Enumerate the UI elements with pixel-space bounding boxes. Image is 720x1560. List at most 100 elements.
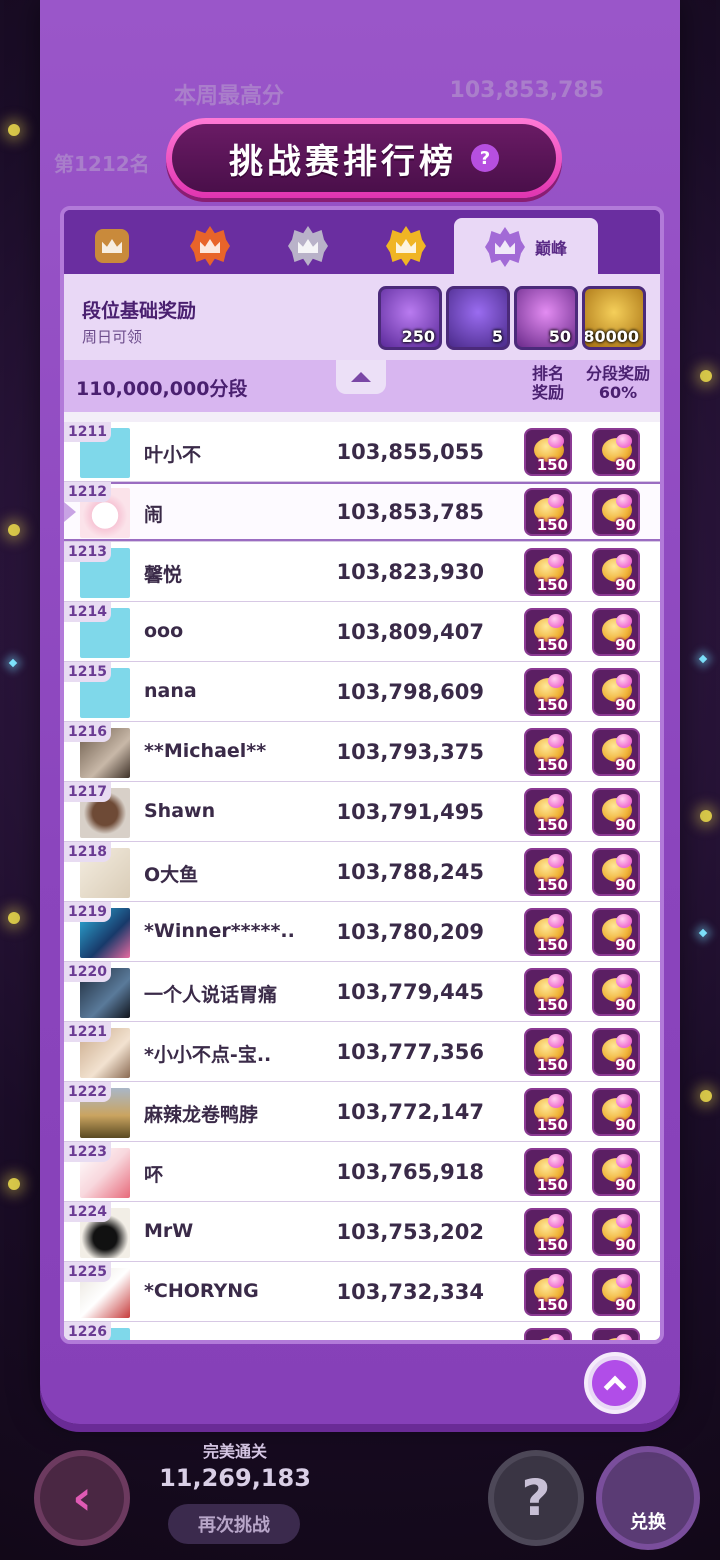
player-name: 闹 (144, 504, 164, 526)
rank-reward-badge[interactable]: 150 (524, 968, 572, 1016)
purple-crown-icon (484, 227, 525, 267)
page-title: 挑战赛排行榜 (229, 141, 457, 182)
table-row[interactable]: 1226 (64, 1322, 660, 1340)
coin-gem-icon (534, 1334, 564, 1340)
perfect-clear-info: 完美通关 11,269,183 (150, 1438, 320, 1492)
reward-item-qty: 80000 (583, 327, 639, 346)
segment-reward-badge[interactable]: 90 (592, 908, 640, 956)
rank-reward-badge[interactable]: 150 (524, 428, 572, 476)
table-row[interactable]: 1215 nana 103,798,609 150 90 (64, 662, 660, 722)
segment-reward-badge[interactable]: 90 (592, 428, 640, 476)
chevron-left-icon: ‹ (72, 1470, 92, 1526)
table-row[interactable]: 1223 吥 103,765,918 150 90 (64, 1142, 660, 1202)
player-name: 麻辣龙卷鸭脖 (144, 1104, 259, 1126)
segment-reward-badge[interactable]: 90 (592, 608, 640, 656)
rank-reward-badge[interactable]: 150 (524, 788, 572, 836)
reward-item[interactable]: 5 (446, 286, 510, 350)
segment-reward-badge[interactable]: 90 (592, 668, 640, 716)
back-button[interactable]: ‹ (34, 1450, 130, 1546)
rank-number: 1225 (64, 1262, 111, 1282)
table-row[interactable]: 1222 麻辣龙卷鸭脖 103,772,147 150 90 (64, 1082, 660, 1142)
reward-qty: 90 (615, 576, 636, 594)
player-score: 103,753,202 (336, 1220, 484, 1244)
tab-orange[interactable] (180, 218, 240, 274)
table-row[interactable]: 1225 *CHORYNG 103,732,334 150 90 (64, 1262, 660, 1322)
segment-reward-badge[interactable]: 90 (592, 788, 640, 836)
retry-button[interactable]: 再次挑战 (168, 1504, 300, 1544)
table-row[interactable]: 1220 一个人说话胃痛 103,779,445 150 90 (64, 962, 660, 1022)
reward-qty: 150 (536, 576, 568, 594)
table-row[interactable]: 1224 MrW 103,753,202 150 90 (64, 1202, 660, 1262)
tab-peak[interactable]: 巅峰 (454, 218, 598, 276)
rank-reward-badge[interactable]: 150 (524, 1028, 572, 1076)
scroll-to-top-button[interactable] (584, 1352, 646, 1414)
base-reward-title: 段位基础奖励 (82, 300, 197, 322)
table-row[interactable]: 1213 馨悦 103,823,930 150 90 (64, 542, 660, 602)
player-score: 103,823,930 (336, 560, 484, 584)
rank-number: 1212 (64, 482, 111, 502)
tab-bronze[interactable] (82, 218, 142, 274)
segment-reward-badge[interactable]: 90 (592, 848, 640, 896)
table-row[interactable]: 1219 *Winner*****.. 103,780,209 150 90 (64, 902, 660, 962)
segment-reward-badge[interactable]: 90 (592, 1028, 640, 1076)
rank-number: 1224 (64, 1202, 111, 1222)
rank-reward-badge[interactable]: 150 (524, 548, 572, 596)
segment-reward-badge[interactable]: 90 (592, 548, 640, 596)
rank-reward-badge[interactable]: 150 (524, 1088, 572, 1136)
reward-qty: 90 (615, 636, 636, 654)
table-row[interactable]: 1217 Shawn 103,791,495 150 90 (64, 782, 660, 842)
bronze-crown-icon (95, 229, 129, 263)
light-dot (700, 810, 712, 822)
reward-item[interactable]: 80000 (582, 286, 646, 350)
reward-qty: 90 (615, 1056, 636, 1074)
tab-gold[interactable] (376, 218, 436, 274)
table-row[interactable]: 1216 **Michael** 103,793,375 150 90 (64, 722, 660, 782)
rank-reward-badge[interactable]: 150 (524, 1148, 572, 1196)
rank-reward-badge[interactable]: 150 (524, 1268, 572, 1316)
segment-reward-badge[interactable]: 90 (592, 1268, 640, 1316)
reward-qty: 90 (615, 876, 636, 894)
rank-reward-badge[interactable]: 150 (524, 488, 572, 536)
rank-number: 1214 (64, 602, 111, 622)
help-icon[interactable]: ? (471, 144, 499, 172)
table-row[interactable]: 1218 O大鱼 103,788,245 150 90 (64, 842, 660, 902)
gold-crown-icon (386, 226, 426, 266)
reward-item[interactable]: 50 (514, 286, 578, 350)
reward-item[interactable]: 250 (378, 286, 442, 350)
player-name: MrW (144, 1220, 194, 1242)
rank-reward-badge[interactable]: 150 (524, 668, 572, 716)
rank-reward-badge[interactable]: 150 (524, 728, 572, 776)
player-score: 103,780,209 (336, 920, 484, 944)
player-score: 103,793,375 (336, 740, 484, 764)
tab-silver[interactable] (278, 218, 338, 274)
rank-reward-header: 排名 奖励 (531, 364, 564, 402)
collapse-button[interactable] (336, 360, 386, 394)
table-row[interactable]: 1211 叶小不 103,855,055 150 90 (64, 422, 660, 482)
reward-qty: 90 (615, 1116, 636, 1134)
player-name: *小小不点-宝.. (144, 1044, 272, 1066)
ranking-list[interactable]: 1211 叶小不 103,855,055 150 90 1212 闹 103,853,785 1… (64, 412, 660, 1340)
rank-reward-badge[interactable]: 150 (524, 848, 572, 896)
rank-number: 1219 (64, 902, 111, 922)
segment-reward-badge[interactable]: 90 (592, 1088, 640, 1136)
player-name: 吥 (144, 1164, 164, 1186)
segment-reward-badge[interactable] (592, 1328, 640, 1340)
exchange-button[interactable]: 兑换 (596, 1446, 700, 1550)
table-row-self[interactable]: 1212 闹 103,853,785 150 90 (64, 482, 660, 542)
segment-reward-badge[interactable]: 90 (592, 968, 640, 1016)
base-reward-subtitle: 周日可领 (82, 328, 143, 346)
reward-qty: 90 (615, 1236, 636, 1254)
segment-reward-badge[interactable]: 90 (592, 1148, 640, 1196)
table-row[interactable]: 1214 ooo 103,809,407 150 90 (64, 602, 660, 662)
rank-reward-badge[interactable]: 150 (524, 1208, 572, 1256)
help-button[interactable]: ? (488, 1450, 584, 1546)
reward-qty: 150 (536, 816, 568, 834)
segment-reward-badge[interactable]: 90 (592, 1208, 640, 1256)
table-row[interactable]: 1221 *小小不点-宝.. 103,777,356 150 90 (64, 1022, 660, 1082)
rank-reward-badge[interactable] (524, 1328, 572, 1340)
rank-reward-badge[interactable]: 150 (524, 608, 572, 656)
player-score: 103,855,055 (336, 440, 484, 464)
segment-reward-badge[interactable]: 90 (592, 488, 640, 536)
rank-reward-badge[interactable]: 150 (524, 908, 572, 956)
segment-reward-badge[interactable]: 90 (592, 728, 640, 776)
